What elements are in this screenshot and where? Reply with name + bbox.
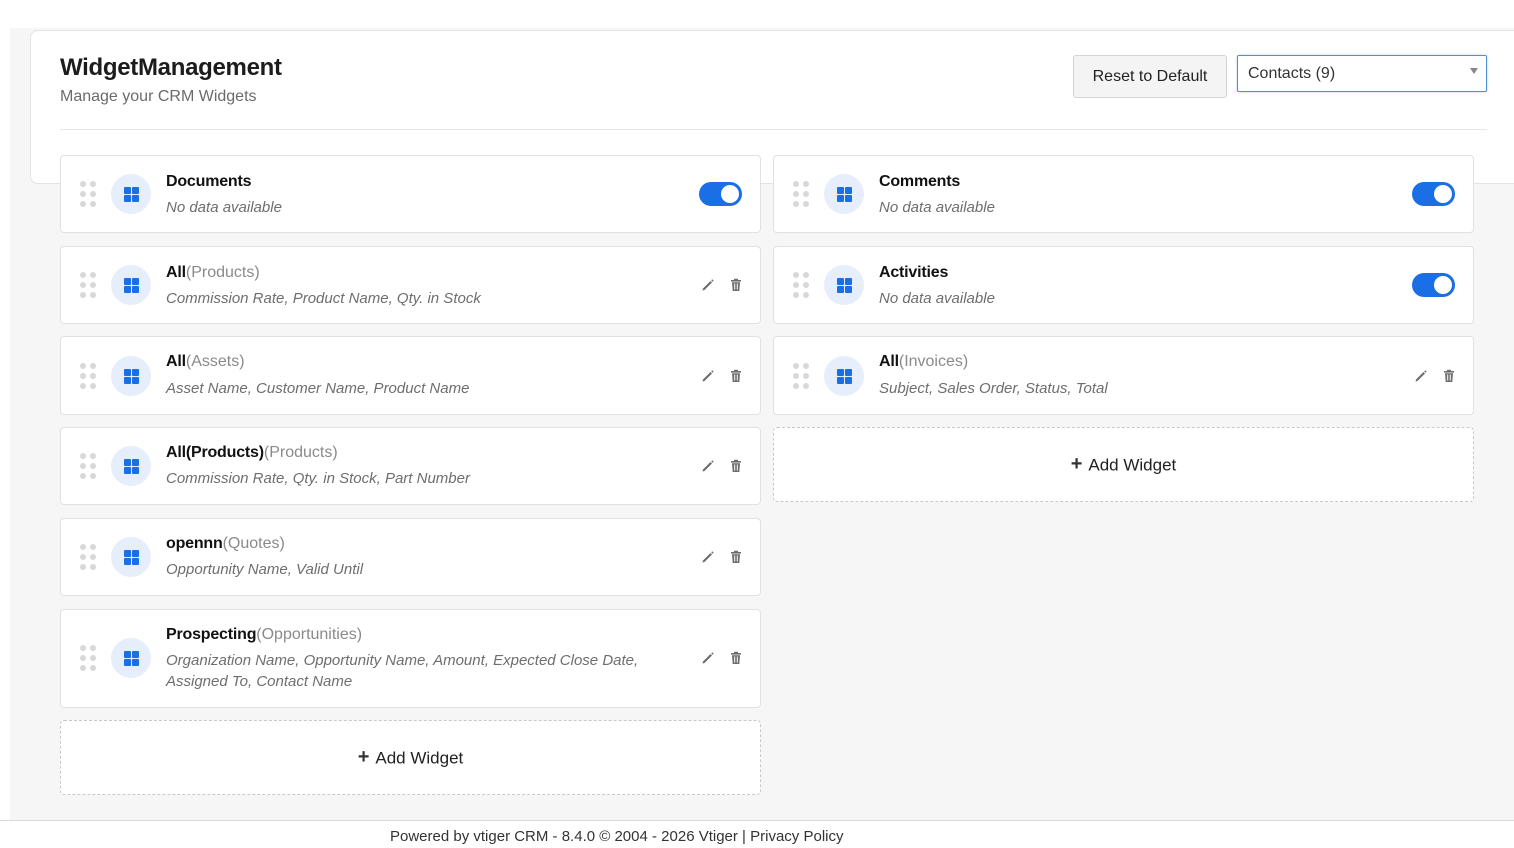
- trash-icon[interactable]: [1441, 368, 1457, 384]
- widget-toggle[interactable]: [699, 182, 742, 206]
- widget-name: Documents: [166, 173, 252, 190]
- widget-grid-icon: [824, 265, 864, 305]
- widget-description: Opportunity Name, Valid Until: [166, 561, 364, 578]
- widget-name: All: [166, 264, 186, 281]
- trash-icon[interactable]: [728, 549, 744, 565]
- widget-name: All(Products): [166, 444, 264, 461]
- widget-toggle[interactable]: [1412, 182, 1455, 206]
- widget-name: Prospecting: [166, 626, 257, 643]
- footer-vtiger-link[interactable]: Vtiger: [699, 828, 738, 845]
- drag-handle-icon[interactable]: [80, 544, 98, 570]
- widget-name: Activities: [879, 264, 949, 281]
- drag-handle-icon[interactable]: [80, 272, 98, 298]
- widget-card: All(Products)(Products) Commission Rate, …: [60, 427, 761, 505]
- widget-title: Prospecting(Opportunities): [166, 626, 362, 644]
- widget-module: (Products): [263, 444, 338, 461]
- footer-privacy-link[interactable]: Privacy Policy: [750, 828, 843, 845]
- pencil-icon[interactable]: [700, 650, 716, 666]
- drag-handle-icon[interactable]: [80, 453, 98, 479]
- widget-card: opennn(Quotes) Opportunity Name, Valid Un…: [60, 518, 761, 596]
- widget-description: Commission Rate, Qty. in Stock, Part Num…: [166, 470, 470, 487]
- widget-toggle[interactable]: [1412, 273, 1455, 297]
- widget-description: No data available: [879, 290, 995, 307]
- trash-icon[interactable]: [728, 458, 744, 474]
- widget-description: No data available: [879, 199, 995, 216]
- add-widget-button[interactable]: + Add Widget: [60, 720, 761, 795]
- widget-grid-icon: [824, 356, 864, 396]
- widget-grid-icon: [111, 446, 151, 486]
- trash-icon[interactable]: [728, 277, 744, 293]
- widget-title: All(Products)(Products): [166, 444, 338, 462]
- drag-handle-icon[interactable]: [793, 181, 811, 207]
- widget-description: No data available: [166, 199, 282, 216]
- widget-name: Comments: [879, 173, 961, 190]
- reset-to-default-button[interactable]: Reset to Default: [1073, 55, 1227, 98]
- pencil-icon[interactable]: [700, 368, 716, 384]
- add-widget-label: Add Widget: [375, 748, 464, 768]
- widget-title: All(Invoices): [879, 353, 968, 371]
- widget-module: (Opportunities): [256, 626, 363, 643]
- widget-title: opennn(Quotes): [166, 535, 285, 553]
- widget-title: All(Assets): [166, 353, 245, 371]
- widget-card: All(Invoices) Subject, Sales Order, Statu…: [773, 336, 1474, 415]
- module-select-value: Contacts (9): [1248, 65, 1336, 82]
- plus-icon: +: [357, 746, 370, 769]
- widget-module: (Quotes): [222, 535, 285, 552]
- widget-card: Documents No data available: [60, 155, 761, 233]
- page-subtitle: Manage your CRM Widgets: [60, 88, 257, 105]
- widget-title: All(Products): [166, 264, 260, 282]
- plus-icon: +: [1070, 453, 1083, 476]
- pencil-icon[interactable]: [1413, 368, 1429, 384]
- widget-grid-icon: [824, 174, 864, 214]
- widget-module: (Invoices): [898, 353, 969, 370]
- pencil-icon[interactable]: [700, 458, 716, 474]
- module-select[interactable]: Contacts (9): [1237, 55, 1487, 92]
- add-widget-label: Add Widget: [1088, 455, 1177, 475]
- page-title: WidgetManagement: [60, 54, 282, 81]
- widget-card: Prospecting(Opportunities) Organization N…: [60, 609, 761, 708]
- header-divider: [60, 129, 1487, 130]
- widget-grid-icon: [111, 638, 151, 678]
- footer-separator: |: [737, 828, 751, 845]
- widget-name: All: [879, 353, 899, 370]
- widget-grid-icon: [111, 265, 151, 305]
- widget-module: (Products): [185, 264, 260, 281]
- footer: Powered by vtiger CRM - 8.4.0 © 2004 - 2…: [390, 828, 843, 845]
- drag-handle-icon[interactable]: [80, 645, 98, 671]
- widget-description: Subject, Sales Order, Status, Total: [879, 380, 1108, 397]
- widget-grid-icon: [111, 356, 151, 396]
- widget-description: Commission Rate, Product Name, Qty. in S…: [166, 290, 481, 307]
- widget-name: All: [166, 353, 186, 370]
- drag-handle-icon[interactable]: [80, 363, 98, 389]
- drag-handle-icon[interactable]: [793, 272, 811, 298]
- widget-description: Asset Name, Customer Name, Product Name: [166, 380, 470, 397]
- pencil-icon[interactable]: [700, 549, 716, 565]
- widget-title: Activities: [879, 264, 948, 282]
- widget-card: All(Assets) Asset Name, Customer Name, Pr…: [60, 336, 761, 415]
- widget-title: Documents: [166, 173, 252, 191]
- widget-card: Activities No data available: [773, 246, 1474, 324]
- widget-grid-icon: [111, 537, 151, 577]
- widget-grid-icon: [111, 174, 151, 214]
- widget-module: (Assets): [185, 353, 245, 370]
- chevron-down-icon: [1470, 68, 1478, 74]
- widget-name: opennn: [166, 535, 223, 552]
- widget-title: Comments: [879, 173, 960, 191]
- footer-divider: [0, 820, 1514, 821]
- trash-icon[interactable]: [728, 650, 744, 666]
- pencil-icon[interactable]: [700, 277, 716, 293]
- trash-icon[interactable]: [728, 368, 744, 384]
- drag-handle-icon[interactable]: [793, 363, 811, 389]
- footer-powered-by: Powered by vtiger CRM - 8.4.0 © 2004 - 2…: [390, 828, 699, 845]
- widget-card: Comments No data available: [773, 155, 1474, 233]
- drag-handle-icon[interactable]: [80, 181, 98, 207]
- add-widget-button[interactable]: + Add Widget: [773, 427, 1474, 502]
- widget-card: All(Products) Commission Rate, Product Na…: [60, 246, 761, 324]
- widget-description: Organization Name, Opportunity Name, Amo…: [166, 652, 639, 690]
